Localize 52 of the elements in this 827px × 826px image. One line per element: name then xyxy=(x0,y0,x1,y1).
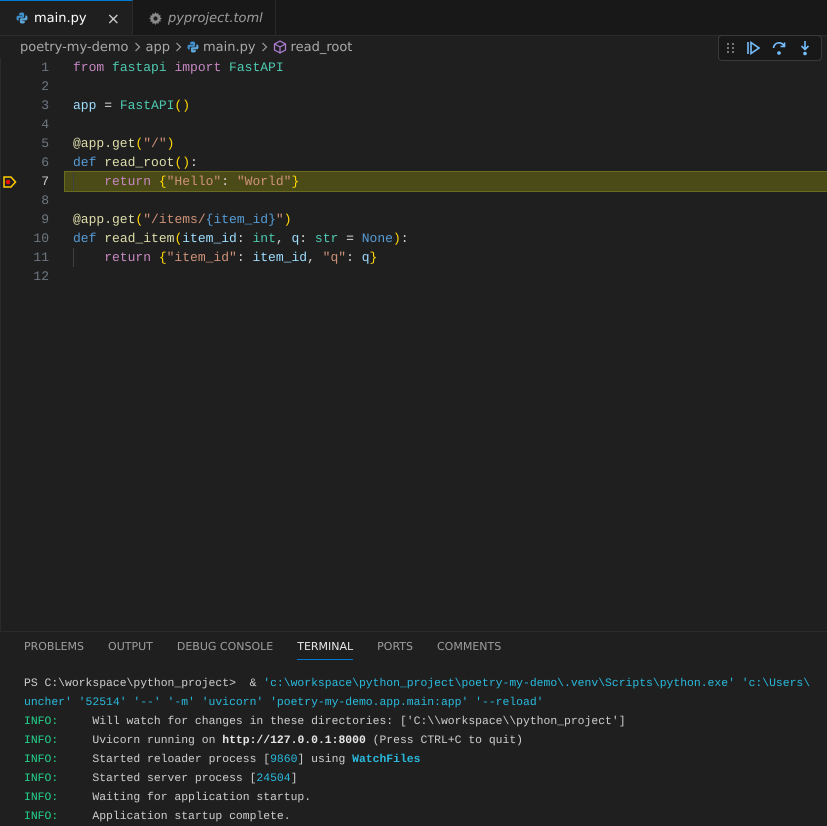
tab-label: pyproject.toml xyxy=(168,10,263,26)
close-icon[interactable]: × xyxy=(106,8,120,28)
terminal-line: INFO: Waiting for application startup. xyxy=(24,790,312,806)
code-line: from fastapi import FastAPI xyxy=(73,59,284,77)
panel-tab[interactable]: OUTPUT xyxy=(108,640,153,660)
code-line: return {"item_id": item_id, "q": q} xyxy=(104,249,378,267)
code-line: def read_root(): xyxy=(73,154,198,172)
breadcrumb-item[interactable]: poetry-my-demo xyxy=(20,40,128,54)
line-number: 1 xyxy=(40,60,49,75)
code-line: @app.get("/") xyxy=(73,135,174,153)
line-number: 12 xyxy=(32,269,49,284)
line-number: 6 xyxy=(40,155,49,170)
breadcrumb-item[interactable]: app xyxy=(146,40,170,54)
cube-icon xyxy=(272,40,287,54)
line-number: 11 xyxy=(32,250,49,265)
chevron-icon xyxy=(174,42,182,52)
editor-tab[interactable]: main.py × xyxy=(0,0,133,35)
chevron-icon xyxy=(260,42,268,52)
line-number: 4 xyxy=(40,117,49,132)
terminal-line: INFO: Will watch for changes in these directories: ['C:\\workspace\\python_project'] xyxy=(24,714,626,730)
line-number: 3 xyxy=(40,98,49,113)
code-line: @app.get("/items/{item_id}") xyxy=(73,211,292,229)
python-icon xyxy=(186,41,199,53)
code-line: def read_item(item_id: int, q: str = None): xyxy=(73,230,409,248)
panel-tab[interactable]: PORTS xyxy=(377,640,413,660)
continue-icon[interactable] xyxy=(745,40,761,56)
gripper-icon[interactable] xyxy=(727,43,735,53)
terminal-line: INFO: Started server process [24504] xyxy=(24,772,298,787)
terminal-line: INFO: Application startup complete. xyxy=(24,810,291,825)
line-number: 10 xyxy=(32,231,49,246)
line-number: 2 xyxy=(40,79,49,94)
python-icon xyxy=(16,12,28,24)
panel-tab[interactable]: TERMINAL xyxy=(297,640,354,660)
line-number: 9 xyxy=(40,212,49,227)
chevron-icon xyxy=(134,42,140,52)
gear-icon xyxy=(148,12,162,24)
line-number: 7 xyxy=(40,174,49,189)
terminal-line: INFO: Uvicorn running on http://127.0.0.1:8000 (Press CTRL+C to quit) xyxy=(24,734,524,749)
panel-tab[interactable]: COMMENTS xyxy=(437,640,502,660)
step-over-icon[interactable] xyxy=(771,40,787,56)
terminal-line: PS C:\workspace\python_project> & 'c:\workspace\python_project\poetry-my-demo\.venv\Scripts\python.exe' 'c:\Users\ xyxy=(24,676,810,692)
breadcrumb-item[interactable]: read_root xyxy=(290,40,352,54)
tab-label: main.py xyxy=(34,10,87,26)
terminal-line: INFO: Started reloader process [9860] using WatchFiles xyxy=(24,752,420,768)
panel-tab[interactable]: DEBUG CONSOLE xyxy=(176,640,274,660)
line-number: 8 xyxy=(40,193,49,208)
line-number: 5 xyxy=(40,136,49,151)
breadcrumb-item[interactable]: main.py xyxy=(202,40,256,54)
code-line: return {"Hello": "World"} xyxy=(104,173,300,191)
code-line: app = FastAPI() xyxy=(73,97,190,115)
panel-tab[interactable]: PROBLEMS xyxy=(24,640,84,660)
terminal-line: uncher' '52514' '--' '-m' 'uvicorn' 'poetry-my-demo.app.main:app' '--reload' xyxy=(24,696,544,711)
